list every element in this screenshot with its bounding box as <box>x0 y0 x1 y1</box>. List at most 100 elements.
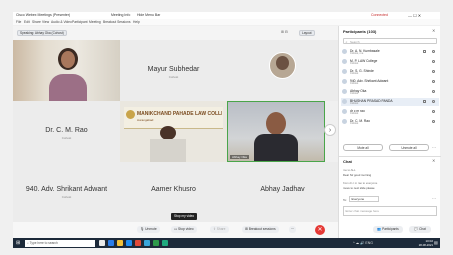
more-options-icon[interactable]: ⋯ <box>432 145 436 150</box>
avatar <box>342 79 347 84</box>
speaking-indicator: Speaking: Abhay Oka (Cohost) <box>17 30 67 36</box>
meeting-toolbar: 🎙 Unmute ▭ Stop video ⇪ Share ⊞ Breakout… <box>13 222 338 238</box>
grid-view-icon[interactable]: ⊞ ⊟ <box>281 30 295 36</box>
chat-toggle-button[interactable]: 💬 Chat <box>409 226 431 233</box>
video-tile-shrikant[interactable]: 940. Adv. Shrikant Adwant Cohost <box>13 162 120 222</box>
avatar <box>342 49 347 54</box>
chat-input[interactable]: Enter chat message here <box>343 206 437 216</box>
chat-options-icon[interactable]: ⋯ <box>432 196 436 201</box>
mic-icon <box>432 60 435 63</box>
video-tile-cm-rao[interactable]: Dr. C. M. Rao Cohost <box>13 101 120 162</box>
video-tile-avatar[interactable] <box>227 40 338 101</box>
mic-icon <box>432 90 435 93</box>
search-placeholder: Search <box>350 40 360 45</box>
chat-message: move to next slide please <box>343 186 375 190</box>
layout-button[interactable]: Layout <box>299 30 315 36</box>
participant-name: Aamer Khusro <box>151 186 196 193</box>
participant-row[interactable]: Abhay Oka Cohost <box>341 88 439 96</box>
notifications-icon[interactable]: ▤ <box>434 240 438 245</box>
menu-file[interactable]: File <box>16 20 21 24</box>
video-tile-mayur[interactable]: Mayur Subhedar Cohost <box>120 40 227 101</box>
participant-name: Mayur Subhedar <box>147 66 200 73</box>
video-tile-self[interactable] <box>13 40 120 101</box>
close-panel-icon[interactable]: ✕ <box>432 28 435 33</box>
menu-participant[interactable]: Participant <box>72 20 88 24</box>
webex-icon[interactable] <box>162 240 168 246</box>
windows-taskbar: ⊞ ⌕ Type here to search ^ ☁ 🔊 ENG 10:02 … <box>13 238 440 248</box>
participant-row[interactable]: Dr. A. N. Kumbasale Cohost, me <box>341 48 439 56</box>
meeting-info-tab[interactable]: Meeting Info <box>111 13 130 17</box>
store-icon[interactable] <box>144 240 150 246</box>
college-logo-icon <box>126 110 135 119</box>
share-button[interactable]: ⇪ Share <box>210 226 229 233</box>
more-options-icon[interactable]: ⋯ <box>289 226 296 233</box>
menu-view[interactable]: View <box>42 20 49 24</box>
active-speaker-label: Abhay Oka <box>230 155 249 159</box>
task-view-icon[interactable] <box>99 240 105 246</box>
menu-edit[interactable]: Edit <box>24 20 30 24</box>
tooltip: Stop my video <box>171 213 198 220</box>
end-meeting-icon[interactable]: ✕ <box>315 225 325 235</box>
search-icon: ⌕ <box>345 39 348 44</box>
file-explorer-icon[interactable] <box>117 240 123 246</box>
panel-title: Participants (103) <box>343 29 377 34</box>
breakout-sessions-button[interactable]: ⊞ Breakout sessions <box>242 226 279 233</box>
participant-row-selected[interactable]: BHUSHAN PRASAD PANDA Cohost <box>341 98 439 106</box>
chrome-icon[interactable] <box>153 240 159 246</box>
menu-audio-video[interactable]: Audio & Video <box>51 20 72 24</box>
chat-title: Chat <box>343 159 352 164</box>
taskbar-search-input[interactable]: ⌕ Type here to search <box>25 239 95 247</box>
close-chat-icon[interactable]: ✕ <box>432 158 435 163</box>
edge-browser-icon[interactable] <box>108 240 114 246</box>
participant-row[interactable]: dr c m rao Cohost <box>341 108 439 116</box>
video-tile-active-speaker[interactable]: Abhay Oka <box>227 101 325 162</box>
college-name: MANIKCHAND PAHADE LAW COLLEGE <box>137 111 222 117</box>
stop-video-button[interactable]: ▭ Stop video <box>171 226 197 233</box>
mail-icon[interactable] <box>126 240 132 246</box>
window-tab-main[interactable]: Cisco Webex Meetings (Presenter) <box>16 13 70 17</box>
office-icon[interactable] <box>135 240 141 246</box>
window-controls[interactable]: — ☐ ✕ <box>408 13 421 18</box>
avatar <box>342 69 347 74</box>
participant-row[interactable]: Dr. S. G. Shinde Cohost <box>341 68 439 76</box>
camera-icon <box>423 50 426 53</box>
mute-all-button[interactable]: Mute all <box>343 144 383 151</box>
title-bar: Cisco Webex Meetings (Presenter) Meeting… <box>13 12 440 19</box>
speaker-head <box>160 126 176 140</box>
avatar <box>342 109 347 114</box>
participant-name: 940. Adv. Shrikant Adwant <box>25 186 108 193</box>
participants-toggle-button[interactable]: 👥 Participants <box>373 226 403 233</box>
avatar <box>342 59 347 64</box>
chat-recipient-select[interactable]: Everyone <box>349 196 379 202</box>
menu-share[interactable]: Share <box>32 20 41 24</box>
hide-menu-bar[interactable]: Hide Menu Bar <box>137 13 160 17</box>
next-page-chevron-icon[interactable]: › <box>324 124 336 136</box>
speaker-face <box>266 112 286 135</box>
college-city: Aurangabad <box>137 118 154 122</box>
video-tile-college[interactable]: MANIKCHAND PAHADE LAW COLLEGE Aurangabad <box>120 101 227 162</box>
divider <box>339 156 441 157</box>
unmute-all-button[interactable]: Unmute all <box>389 144 429 151</box>
mic-icon <box>432 50 435 53</box>
camera-icon: ▭ <box>174 227 178 231</box>
participant-role: Cohost <box>61 195 72 199</box>
system-tray-icons[interactable]: ^ ☁ 🔊 ENG <box>353 241 373 245</box>
menu-breakout[interactable]: Breakout Sessions <box>103 20 131 24</box>
chat-to-label: To: <box>343 198 348 202</box>
mic-icon <box>432 70 435 73</box>
windows-start-icon[interactable]: ⊞ <box>16 240 22 246</box>
avatar-face <box>276 56 289 70</box>
menu-help[interactable]: Help <box>133 20 140 24</box>
mic-icon: 🎙 <box>140 227 145 231</box>
participant-role: Cohost <box>61 136 72 140</box>
participant-row[interactable]: M. P. LAW College Cohost <box>341 58 439 66</box>
chat-icon: 💬 <box>414 227 419 231</box>
participant-row[interactable]: 940. Adv. Shrikant Adwant Cohost <box>341 78 439 86</box>
speaker-body <box>254 134 298 161</box>
menu-meeting[interactable]: Meeting <box>89 20 101 24</box>
avatar <box>342 99 347 104</box>
unmute-button[interactable]: 🎙 Unmute <box>137 226 160 233</box>
participant-search-input[interactable]: ⌕ Search <box>343 38 437 44</box>
participant-row[interactable]: Dr. C. M. Rao Cohost <box>341 118 439 126</box>
video-tile-abhay-jadhav[interactable]: Abhay Jadhav <box>227 162 338 222</box>
